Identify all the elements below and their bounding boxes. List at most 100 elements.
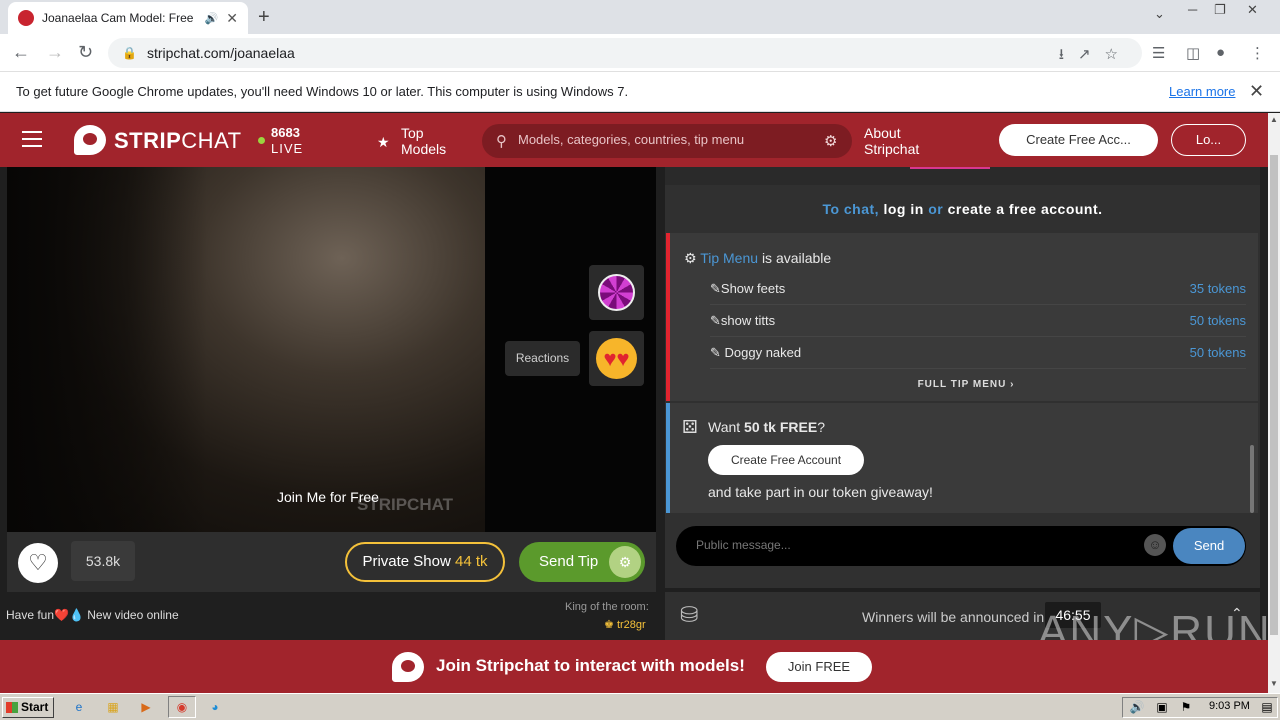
banner-text: Join Stripchat to interact with models! xyxy=(436,656,745,675)
reactions-button[interactable]: ♥♥ xyxy=(589,331,644,386)
create-account-button[interactable]: Create Free Acc... xyxy=(999,124,1158,156)
media-player-icon[interactable]: ▶ xyxy=(137,699,155,715)
tip-menu-block: ⚙ Tip Menu is available ✎Show feets 35 to… xyxy=(666,233,1258,401)
wheel-of-fortune-button[interactable] xyxy=(589,265,644,320)
join-free-button[interactable]: Join FREE xyxy=(766,652,872,682)
omnibox-actions: ⭳↗☆ xyxy=(1059,44,1132,69)
stripchat-favicon-icon xyxy=(18,10,34,26)
side-panel-icon[interactable]: ◫ xyxy=(1186,44,1200,62)
chrome-taskbar-icon[interactable]: ◉ xyxy=(168,696,196,718)
site-header: STRIPCHAT 8683 LIVE ★ Top Models ⚲ ⚙ Abo… xyxy=(0,113,1268,167)
joystick-icon: ⚙ xyxy=(684,250,697,266)
live-count-number: 8683 xyxy=(271,125,300,140)
public-message-input[interactable] xyxy=(696,538,1126,552)
king-username[interactable]: ♚ tr28gr xyxy=(604,618,646,631)
scroll-down-icon[interactable]: ▼ xyxy=(1270,679,1278,688)
close-window-icon[interactable]: ✕ xyxy=(1247,2,1258,18)
top-models-icon: ★ xyxy=(377,134,390,150)
reload-icon[interactable]: ↻ xyxy=(78,42,93,63)
favorite-heart-icon[interactable]: ♡ xyxy=(18,543,58,583)
tip-menu-item[interactable]: ✎Show feets 35 tokens xyxy=(710,273,1246,305)
media-control-icon[interactable]: ☰ xyxy=(1152,44,1165,62)
windows-taskbar: Start e ▦ ▶ ◉ ◕ 🔊 ▣ ⚑ 9:03 PM ▤ xyxy=(0,693,1280,720)
coins-icon: ⛁ xyxy=(680,602,699,627)
close-tab-icon[interactable]: ✕ xyxy=(226,10,238,27)
share-icon[interactable]: ↗ xyxy=(1078,46,1105,63)
login-link[interactable]: log in xyxy=(883,201,923,217)
join-banner: Join Stripchat to interact with models! … xyxy=(0,640,1268,693)
send-button[interactable]: Send xyxy=(1173,528,1245,564)
wheel-icon xyxy=(598,274,635,311)
speaker-icon[interactable]: 🔊 xyxy=(205,12,219,25)
chat-input-row: ☺ Send xyxy=(676,526,1246,566)
close-infobar-icon[interactable]: ✕ xyxy=(1249,81,1264,102)
learn-more-link[interactable]: Learn more xyxy=(1169,84,1235,99)
ie-icon[interactable]: e xyxy=(70,699,88,715)
stripchat-logo-icon[interactable] xyxy=(74,125,106,155)
winners-text: Winners will be announced in xyxy=(862,609,1045,625)
stripchat-logo[interactable]: STRIPCHAT xyxy=(114,128,242,154)
lock-icon[interactable]: 🔒 xyxy=(122,46,137,60)
bookmark-star-icon[interactable]: ☆ xyxy=(1105,46,1132,63)
minimize-icon[interactable]: ─ xyxy=(1188,2,1197,17)
token-giveaway-block: ⚄ Want 50 tk FREE? Create Free Account a… xyxy=(666,403,1258,513)
create-account-link[interactable]: create a free account xyxy=(948,201,1099,217)
tip-menu-item[interactable]: ✎show titts 50 tokens xyxy=(710,305,1246,337)
about-stripchat-link[interactable]: About Stripchat xyxy=(864,125,919,157)
video-overlay-text: Join Me for Free xyxy=(277,489,379,505)
search-input[interactable] xyxy=(518,132,808,147)
private-show-button[interactable]: Private Show 44 tk xyxy=(345,542,505,582)
giveaway-heading: Want 50 tk FREE? xyxy=(708,419,825,435)
dice-icon: ⚄ xyxy=(682,417,698,437)
url-text[interactable]: stripchat.com/joanaelaa xyxy=(147,45,295,61)
tip-menu-link[interactable]: Tip Menu xyxy=(700,250,758,266)
address-bar[interactable]: 🔒 stripchat.com/joanaelaa ⭳↗☆ xyxy=(108,38,1142,68)
explorer-icon[interactable]: ▦ xyxy=(104,699,122,715)
chat-scrollbar[interactable] xyxy=(1250,445,1254,513)
restore-icon[interactable]: ❐ xyxy=(1214,2,1226,18)
browser-toolbar: ← → ↻ 🔒 stripchat.com/joanaelaa ⭳↗☆ ☰ ◫ … xyxy=(0,34,1280,72)
send-tip-button[interactable]: Send Tip ⚙ xyxy=(519,542,645,582)
profile-avatar-icon[interactable]: ● xyxy=(1216,44,1225,61)
full-tip-menu-link[interactable]: FULL TIP MENU › xyxy=(670,379,1262,390)
video-controls: ♡ 53.8k Private Show 44 tk Send Tip ⚙ xyxy=(7,532,656,592)
chat-panel: To chat, log in or create a free account… xyxy=(665,167,1260,592)
chat-login-prompt: To chat, log in or create a free account… xyxy=(822,201,1103,217)
live-dot-icon xyxy=(258,137,265,144)
show-desktop-icon[interactable]: ▤ xyxy=(1258,699,1276,715)
edge-icon[interactable]: ◕ xyxy=(206,699,224,715)
back-icon[interactable]: ← xyxy=(12,42,30,63)
menu-kebab-icon[interactable]: ⋮ xyxy=(1250,44,1265,62)
forward-icon[interactable]: → xyxy=(46,42,64,63)
browser-tab[interactable]: Joanaelaa Cam Model: Free Live 🔊 ✕ xyxy=(8,2,248,34)
infobar-message: To get future Google Chrome updates, you… xyxy=(16,84,629,99)
live-label: LIVE xyxy=(271,141,304,156)
start-button[interactable]: Start xyxy=(2,697,54,718)
room-topic: Have fun❤️💧 New video online xyxy=(6,608,179,622)
create-free-account-button[interactable]: Create Free Account xyxy=(708,445,864,475)
filter-icon[interactable]: ⚙ xyxy=(824,132,837,150)
crown-icon: ♚ xyxy=(604,619,614,631)
clock: 9:03 PM xyxy=(1209,700,1250,712)
likes-count: 53.8k xyxy=(71,541,135,581)
tip-menu-heading: ⚙ Tip Menu is available xyxy=(684,250,832,266)
login-button[interactable]: Lo... xyxy=(1171,124,1246,156)
king-label: King of the room: xyxy=(565,601,649,613)
network-icon[interactable]: ▣ xyxy=(1153,699,1171,715)
search-bar: ⚲ ⚙ xyxy=(482,124,852,158)
hamburger-menu-icon[interactable] xyxy=(22,131,42,147)
joystick-icon: ⚙ xyxy=(609,546,641,578)
new-tab-icon[interactable]: + xyxy=(258,6,270,29)
room-info: Have fun❤️💧 New video online King of the… xyxy=(0,592,665,640)
tip-menu-item[interactable]: ✎ Doggy naked 50 tokens xyxy=(710,337,1246,369)
stripchat-logo-icon xyxy=(392,652,424,682)
scroll-up-icon[interactable]: ▲ xyxy=(1270,115,1278,124)
tab-title: Joanaelaa Cam Model: Free Live xyxy=(42,11,197,25)
install-icon[interactable]: ⭳ xyxy=(1059,46,1078,63)
scrollbar-thumb[interactable] xyxy=(1270,155,1278,635)
smiley-icon[interactable]: ☺ xyxy=(1144,534,1166,556)
volume-icon[interactable]: 🔊 xyxy=(1128,699,1146,715)
flag-icon[interactable]: ⚑ xyxy=(1177,699,1195,715)
tab-search-chevron-icon[interactable]: ⌄ xyxy=(1154,6,1165,22)
giveaway-text: and take part in our token giveaway! xyxy=(708,484,933,500)
